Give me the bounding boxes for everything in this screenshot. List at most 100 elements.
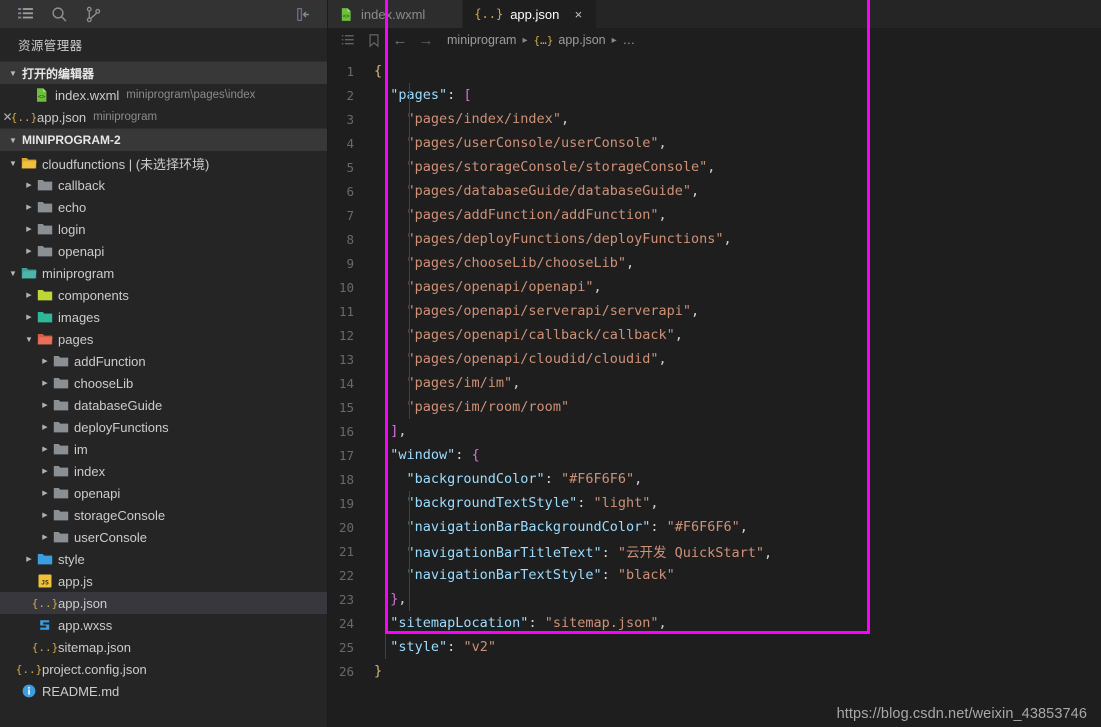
navigate-forward-icon[interactable]: → [413, 32, 439, 49]
chevron-right-icon[interactable]: ▶ [22, 288, 36, 302]
tree-item-app.json[interactable]: ▶{..}app.json [0, 592, 327, 614]
line-content: "pages/addFunction/addFunction", [406, 207, 667, 223]
chevron-right-icon[interactable]: ▶ [22, 200, 36, 214]
tree-item-project.config.json[interactable]: ▶{..}project.config.json [0, 658, 327, 680]
code-line: 7 "pages/addFunction/addFunction", [328, 203, 1101, 227]
chevron-right-icon[interactable]: ▶ [38, 442, 52, 456]
line-content: "pages/openapi/serverapi/serverapi", [406, 303, 700, 319]
line-number: 23 [338, 591, 354, 607]
line-content: "backgroundColor": "#F6F6F6", [406, 471, 643, 487]
code-line: 12 "pages/openapi/callback/callback", [328, 323, 1101, 347]
tree-item-databaseguide[interactable]: ▶ databaseGuide [0, 394, 327, 416]
editor-tab-bar: <> index.wxml × {..} app.json × [328, 0, 1101, 28]
line-content: "navigationBarBackgroundColor": "#F6F6F6… [406, 519, 748, 535]
line-number: 16 [338, 423, 354, 439]
readme-info-icon [20, 683, 38, 699]
open-editors-header[interactable]: ▼ 打开的编辑器 [0, 61, 327, 84]
tree-item-label: miniprogram [42, 265, 115, 281]
chevron-right-icon[interactable]: ▶ [22, 310, 36, 324]
tree-item-images[interactable]: ▶ images [0, 306, 327, 328]
line-content: "navigationBarTextStyle": "black" [406, 567, 675, 583]
line-number: 15 [338, 399, 354, 415]
chevron-right-icon[interactable]: ▶ [38, 508, 52, 522]
navigate-back-icon[interactable]: ← [387, 32, 413, 49]
tab-index-wxml[interactable]: <> index.wxml × [328, 0, 464, 28]
chevron-right-icon[interactable]: ▶ [22, 222, 36, 236]
collapse-sidebar-icon[interactable] [285, 0, 319, 28]
tree-item-echo[interactable]: ▶ echo [0, 196, 327, 218]
tree-item-addfunction[interactable]: ▶ addFunction [0, 350, 327, 372]
chevron-down-icon[interactable]: ▼ [6, 266, 20, 280]
outline-icon[interactable] [335, 33, 361, 47]
chevron-right-icon[interactable]: ▶ [38, 420, 52, 434]
tree-item-readme.md[interactable]: ▶README.md [0, 680, 327, 702]
json-file-icon: {…} [533, 33, 554, 47]
line-number: 4 [346, 135, 354, 151]
tree-item-deployfunctions[interactable]: ▶ deployFunctions [0, 416, 327, 438]
tree-item-pages[interactable]: ▼ pages [0, 328, 327, 350]
chevron-down-icon[interactable]: ▼ [6, 156, 20, 170]
breadcrumb-item-miniprogram[interactable]: miniprogram [447, 33, 516, 47]
chevron-right-icon[interactable]: ▶ [38, 530, 52, 544]
line-content: "style": "v2" [390, 639, 496, 655]
tree-item-style[interactable]: ▶ style [0, 548, 327, 570]
project-folder-header[interactable]: ▼ MINIPROGRAM-2 [0, 128, 327, 151]
chevron-right-icon[interactable]: ▶ [38, 398, 52, 412]
tab-app-json[interactable]: {..} app.json × [463, 0, 598, 28]
breadcrumb-item-app-json[interactable]: {…} app.json [534, 33, 606, 47]
tree-item-components[interactable]: ▶ components [0, 284, 327, 306]
chevron-right-icon[interactable]: ▶ [22, 178, 36, 192]
wxml-file-icon: <> [339, 7, 354, 22]
line-content: "pages/userConsole/userConsole", [406, 135, 667, 151]
source-control-icon[interactable] [76, 0, 110, 28]
folder-blue-icon [36, 551, 54, 567]
tree-item-openapi[interactable]: ▶ openapi [0, 482, 327, 504]
explorer-icon[interactable] [8, 0, 42, 28]
breadcrumb-item-more[interactable]: … [623, 33, 636, 47]
line-content: "pages/im/im", [406, 375, 521, 391]
chevron-right-icon[interactable]: ▶ [38, 464, 52, 478]
code-line: 10 "pages/openapi/openapi", [328, 275, 1101, 299]
tab-close-icon[interactable]: × [571, 7, 585, 22]
tree-item-label: cloudfunctions | (未选择环境) [42, 156, 210, 172]
tree-item-cloudfunctions[interactable]: ▼ cloudfunctions | (未选择环境) [0, 152, 327, 174]
chevron-right-icon[interactable]: ▶ [22, 552, 36, 566]
tree-item-app.js[interactable]: ▶JSapp.js [0, 570, 327, 592]
open-editor-item-app-json[interactable]: ✕ {..} app.json miniprogram [0, 106, 327, 128]
line-content: "pages/openapi/callback/callback", [406, 327, 683, 343]
tree-item-index[interactable]: ▶ index [0, 460, 327, 482]
chevron-right-icon[interactable]: ▶ [22, 244, 36, 258]
tree-item-label: userConsole [74, 529, 147, 545]
tree-item-miniprogram[interactable]: ▼ miniprogram [0, 262, 327, 284]
tab-label: index.wxml [361, 6, 426, 22]
tree-item-callback[interactable]: ▶ callback [0, 174, 327, 196]
chevron-right-icon[interactable]: ▶ [38, 486, 52, 500]
code-line: 4 "pages/userConsole/userConsole", [328, 131, 1101, 155]
open-editor-item-index-wxml[interactable]: ✕ <> index.wxml miniprogram\pages\index [0, 84, 327, 106]
bookmark-icon[interactable] [361, 33, 387, 48]
folder-gray-icon [52, 375, 70, 391]
line-number: 24 [338, 615, 354, 631]
tree-item-openapi[interactable]: ▶ openapi [0, 240, 327, 262]
line-content: }, [390, 591, 407, 607]
line-number: 22 [338, 567, 354, 583]
chevron-down-icon[interactable]: ▼ [22, 332, 36, 346]
tree-item-sitemap.json[interactable]: ▶{..}sitemap.json [0, 636, 327, 658]
line-content: "pages/chooseLib/chooseLib", [406, 255, 635, 271]
activity-bar [0, 0, 327, 28]
chevron-right-icon[interactable]: ▶ [38, 376, 52, 390]
tree-item-im[interactable]: ▶ im [0, 438, 327, 460]
chevron-right-icon[interactable]: ▶ [38, 354, 52, 368]
open-editor-name: app.json [37, 109, 87, 125]
tree-item-label: openapi [74, 485, 121, 501]
tree-item-userconsole[interactable]: ▶ userConsole [0, 526, 327, 548]
tree-item-label: app.js [58, 573, 93, 589]
search-icon[interactable] [42, 0, 76, 28]
code-line: 22 "navigationBarTextStyle": "black" [328, 563, 1101, 587]
line-content: "window": { [390, 447, 480, 463]
tree-item-storageconsole[interactable]: ▶ storageConsole [0, 504, 327, 526]
tree-item-chooselib[interactable]: ▶ chooseLib [0, 372, 327, 394]
tree-item-app.wxss[interactable]: ▶app.wxss [0, 614, 327, 636]
code-editor[interactable]: 1{2 "pages": [3 "pages/index/index", 4 "p… [328, 52, 1101, 727]
tree-item-login[interactable]: ▶ login [0, 218, 327, 240]
